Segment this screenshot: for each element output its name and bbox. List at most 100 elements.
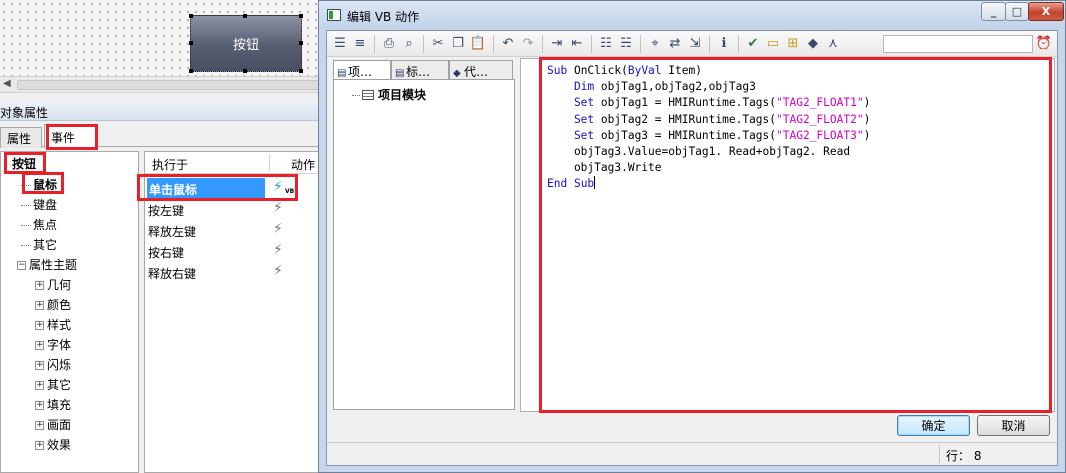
- tags-icon[interactable]: ◆: [804, 35, 822, 53]
- event-row-release-right[interactable]: 释放右键 ⚡: [147, 262, 327, 282]
- expand-icon[interactable]: +: [35, 401, 44, 410]
- print-preview-icon[interactable]: ⌕: [400, 35, 418, 53]
- tree-node-project-module[interactable]: 项目模块: [352, 86, 426, 103]
- replace-icon[interactable]: ⇄: [666, 35, 684, 53]
- goto-icon[interactable]: ⇲: [686, 35, 704, 53]
- uncomment-icon[interactable]: ☵: [617, 35, 635, 53]
- tree-item-property-topics[interactable]: − 属性主题: [17, 256, 77, 273]
- undo-icon[interactable]: ↶: [499, 35, 517, 53]
- collapse-icon[interactable]: −: [17, 261, 26, 270]
- tree-item-picture[interactable]: + 画面: [35, 416, 71, 433]
- expand-icon[interactable]: +: [35, 381, 44, 390]
- selection-handle[interactable]: [243, 69, 247, 73]
- column-header-trigger[interactable]: 执行于: [152, 156, 188, 173]
- dialog-titlebar[interactable]: 编辑 VB 动作 _ □ X: [319, 1, 1065, 29]
- ok-button[interactable]: 确定: [897, 415, 970, 436]
- tree-item-label: 属性主题: [29, 258, 78, 272]
- event-row-press-left[interactable]: 按左键 ⚡: [147, 199, 327, 219]
- tree-item-font[interactable]: + 字体: [35, 336, 71, 353]
- selection-handle[interactable]: [299, 69, 303, 73]
- tab-standard[interactable]: ▤ 标…: [391, 60, 449, 80]
- scroll-left-arrow-icon[interactable]: ◀: [3, 78, 11, 89]
- comment-icon[interactable]: ☷: [597, 35, 615, 53]
- event-list-header: 执行于 动作: [145, 152, 331, 174]
- print-icon[interactable]: ⎙: [380, 35, 398, 53]
- lightning-icon[interactable]: ⚡: [273, 242, 283, 258]
- tree-item-misc[interactable]: + 其它: [35, 376, 71, 393]
- tab-label: 项…: [348, 65, 373, 79]
- copy-icon[interactable]: ❐: [449, 35, 467, 53]
- selection-handle[interactable]: [189, 69, 193, 73]
- tree-item-label: 填充: [47, 398, 72, 412]
- scroll-thumb[interactable]: [17, 80, 330, 90]
- toolbar-search-input[interactable]: [883, 35, 1033, 53]
- app-icon: [327, 9, 341, 21]
- selection-handle[interactable]: [299, 41, 303, 45]
- redo-icon[interactable]: ↷: [519, 35, 537, 53]
- expand-icon[interactable]: +: [35, 301, 44, 310]
- find-icon[interactable]: ⌖: [646, 35, 664, 53]
- indent-icon[interactable]: ⇥: [548, 35, 566, 53]
- tree-item-fill[interactable]: + 填充: [35, 396, 71, 413]
- tree-connector: [21, 205, 31, 206]
- maximize-button[interactable]: □: [1005, 2, 1029, 21]
- tree-node-label: 项目模块: [378, 88, 427, 102]
- paste-icon[interactable]: 📋: [469, 35, 487, 53]
- minimize-button[interactable]: _: [981, 2, 1006, 21]
- tree-item-keyboard[interactable]: 键盘: [21, 196, 57, 213]
- tree-item-other[interactable]: 其它: [21, 236, 57, 253]
- event-row-press-right[interactable]: 按右键 ⚡: [147, 241, 327, 261]
- tree-item-colors[interactable]: + 颜色: [35, 296, 71, 313]
- selection-handle[interactable]: [189, 41, 193, 45]
- event-row-release-left[interactable]: 释放左键 ⚡: [147, 220, 327, 240]
- tree-item-geometry[interactable]: + 几何: [35, 276, 71, 293]
- expand-icon[interactable]: +: [35, 341, 44, 350]
- tab-project[interactable]: ▤ 项…: [333, 60, 391, 80]
- lightning-icon[interactable]: ⚡: [273, 221, 283, 237]
- syntax-check-icon[interactable]: ✔: [744, 35, 762, 53]
- event-label: 按右键: [148, 246, 185, 260]
- expand-icon[interactable]: +: [35, 281, 44, 290]
- column-header-action[interactable]: 动作: [291, 156, 315, 173]
- expand-icon[interactable]: +: [35, 361, 44, 370]
- info-icon[interactable]: ℹ: [715, 35, 733, 53]
- line-indicator: 行： 8: [939, 445, 1055, 463]
- expand-icon[interactable]: +: [35, 441, 44, 450]
- column-divider[interactable]: [269, 154, 270, 171]
- script-icon[interactable]: ⋏: [824, 35, 842, 53]
- tree-item-focus[interactable]: 焦点: [21, 216, 57, 233]
- cut-icon[interactable]: ✂: [429, 35, 447, 53]
- tab-label: 标…: [406, 65, 431, 79]
- tree-item-styles[interactable]: + 样式: [35, 316, 71, 333]
- selection-handle[interactable]: [189, 14, 193, 18]
- folder-icon[interactable]: ▭: [764, 35, 782, 53]
- selection-handle[interactable]: [299, 14, 303, 18]
- expand-icon[interactable]: +: [35, 421, 44, 430]
- tree-item-label: 闪烁: [47, 358, 72, 372]
- add-folder-icon[interactable]: ⊞: [784, 35, 802, 53]
- clock-icon[interactable]: ⏰: [1035, 35, 1053, 53]
- lightning-icon[interactable]: ⚡: [273, 200, 283, 216]
- tree-connector: [352, 95, 360, 96]
- hmi-button-object[interactable]: 按钮: [189, 14, 303, 73]
- indent-list-icon[interactable]: ☰: [331, 35, 349, 53]
- align-icon[interactable]: ≡: [351, 35, 369, 53]
- lightning-icon[interactable]: ⚡: [273, 263, 283, 279]
- toolbar-separator: [542, 35, 543, 53]
- tab-properties[interactable]: 属性: [0, 127, 42, 148]
- tree-item-effects[interactable]: + 效果: [35, 436, 71, 453]
- expand-icon[interactable]: +: [35, 321, 44, 330]
- outdent-icon[interactable]: ⇤: [568, 35, 586, 53]
- canvas-horizontal-scrollbar[interactable]: ◀: [0, 76, 330, 93]
- highlight-mouse-click-event: [137, 174, 298, 201]
- event-label: 按左键: [148, 204, 185, 218]
- toolbar-separator: [640, 35, 641, 53]
- toolbar-separator: [374, 35, 375, 53]
- close-button[interactable]: X: [1028, 2, 1064, 21]
- event-label: 释放左键: [148, 225, 197, 239]
- dialog-title: 编辑 VB 动作: [347, 10, 420, 24]
- cancel-button[interactable]: 取消: [977, 415, 1050, 436]
- tree-item-flashing[interactable]: + 闪烁: [35, 356, 71, 373]
- tab-code[interactable]: ◆ 代…: [449, 60, 513, 80]
- selection-handle[interactable]: [243, 14, 247, 18]
